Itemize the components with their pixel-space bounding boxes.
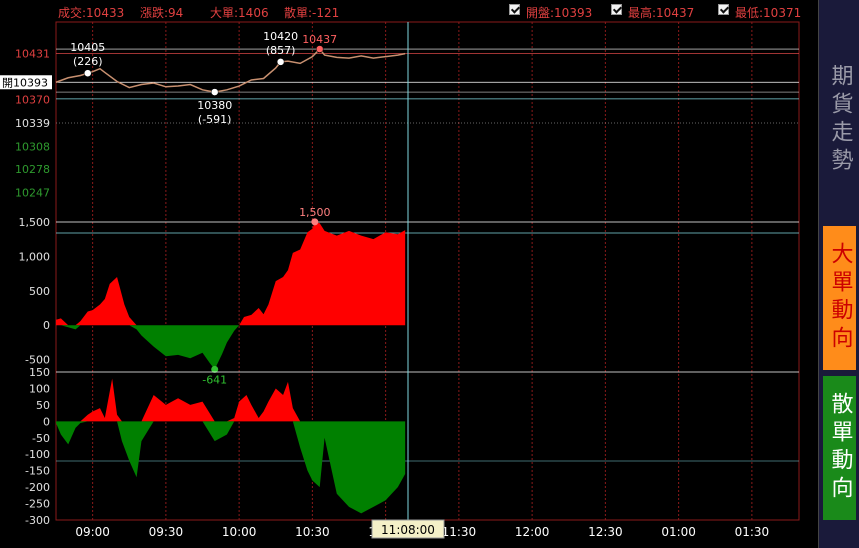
price-annotation-label: 10380 [197, 99, 232, 112]
small-order-y-tick: 100 [29, 382, 50, 395]
x-tick-label: 12:30 [588, 525, 623, 539]
price-annotation-label: 10405 [70, 41, 105, 54]
x-tick-label: 10:30 [295, 525, 330, 539]
price-annotation-dot [315, 45, 324, 53]
big-order-trough-label: -641 [202, 373, 227, 386]
small-order-negative-area [56, 421, 406, 514]
sidebar-item-label: 大單動向 [827, 242, 853, 354]
x-tick-label: 09:00 [75, 525, 110, 539]
small-order-y-tick: -200 [25, 481, 50, 494]
price-y-tick: 10308 [15, 140, 50, 153]
plot-frame [55, 21, 800, 521]
small-order-y-tick: -150 [25, 465, 50, 478]
small-order-y-tick: 0 [43, 415, 50, 428]
big-order-peak-dot [311, 218, 319, 226]
chart-canvas: 09:0009:3010:0010:3011:0011:3012:0012:30… [0, 21, 800, 539]
x-tick-label: 10:00 [222, 525, 257, 539]
small-order-y-tick: 50 [36, 399, 50, 412]
cursor-time-label: 11:08:00 [381, 523, 435, 537]
price-annotation-vol: (226) [73, 55, 103, 68]
price-y-tick: 10431 [15, 48, 50, 61]
big-order-y-tick: 1,500 [19, 216, 51, 229]
x-tick-label: 01:00 [661, 525, 696, 539]
small-order-y-tick: -250 [25, 498, 50, 511]
sidebar-item-small-order[interactable]: 散單動向 [823, 376, 856, 520]
sidebar-item-label: 期貨走勢 [827, 64, 853, 176]
futures-chart-window: 成交:10433 漲跌:94 大單:1406 散單:-121 開盤:10393 … [0, 0, 859, 548]
big-order-y-tick: -500 [25, 354, 50, 367]
price-annotation-vol: (-591) [198, 113, 232, 126]
big-order-y-tick: 1,000 [19, 250, 51, 263]
price-annotation-dot [210, 88, 219, 96]
x-tick-label: 11:30 [442, 525, 477, 539]
x-tick-label: 12:00 [515, 525, 550, 539]
big-order-y-tick: 0 [43, 319, 50, 332]
price-series-line [55, 47, 406, 93]
price-annotation-dot [83, 69, 92, 77]
sidebar-item-label: 散單動向 [827, 392, 853, 504]
big-order-positive-area [56, 221, 406, 326]
price-annotation-label: 10420 [263, 30, 298, 43]
big-order-negative-area [56, 325, 406, 370]
x-tick-label: 01:30 [735, 525, 770, 539]
price-y-tick: 10370 [15, 94, 50, 107]
small-order-y-tick: 150 [29, 366, 50, 379]
price-y-tick: 10339 [15, 117, 50, 130]
big-order-y-tick: 500 [29, 285, 50, 298]
sidebar: 期貨走勢 大單動向 散單動向 [818, 0, 859, 548]
price-annotation-vol: (857) [266, 44, 296, 57]
price-annotation-dot [276, 58, 285, 66]
small-order-y-tick: -50 [32, 432, 50, 445]
big-order-peak-label: 1,500 [299, 206, 331, 219]
sidebar-item-big-order[interactable]: 大單動向 [823, 226, 856, 370]
price-annotation-label: 10437 [302, 33, 337, 46]
open-marker-label: 開10393 [2, 76, 48, 89]
price-y-tick: 10278 [15, 163, 50, 176]
price-y-tick: 10247 [15, 186, 50, 199]
sidebar-item-futures-trend[interactable]: 期貨走勢 [823, 50, 856, 190]
x-tick-label: 09:30 [149, 525, 184, 539]
small-order-y-tick: -100 [25, 448, 50, 461]
small-order-y-tick: -300 [25, 514, 50, 527]
small-order-positive-area [56, 378, 406, 422]
